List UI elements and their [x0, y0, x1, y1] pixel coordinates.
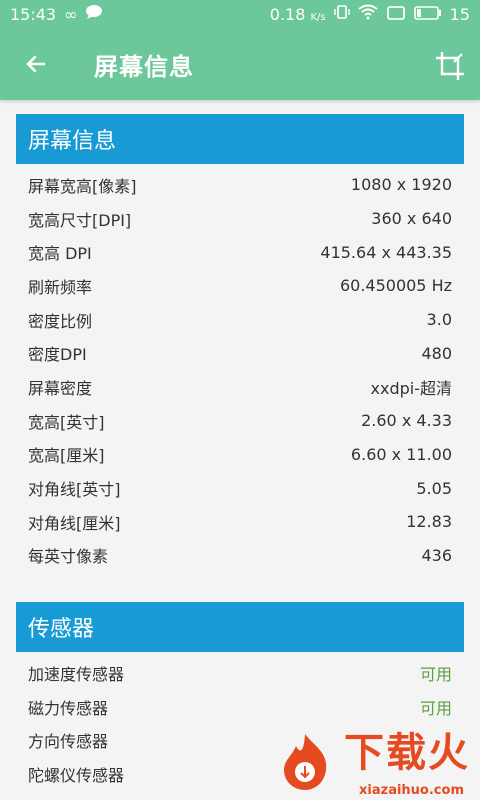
row-label: 屏幕宽高[像素] — [28, 176, 137, 196]
screen-icon — [386, 5, 406, 24]
row-label: 宽高[厘米] — [28, 446, 105, 466]
row-label: 对角线[厘米] — [28, 513, 121, 533]
list-item: 刷新频率 60.450005 Hz — [16, 269, 464, 303]
list-item: 宽高尺寸[DPI] 360 x 640 — [16, 202, 464, 236]
row-value: 480 — [421, 343, 452, 363]
flame-logo-icon — [284, 734, 327, 790]
status-time: 15:43 — [10, 4, 57, 24]
row-value: 6.60 x 11.00 — [350, 444, 452, 464]
section-header-screen: 屏幕信息 — [16, 114, 464, 164]
row-label: 方向传感器 — [28, 732, 109, 752]
vibrate-icon — [333, 4, 350, 24]
list-item: 每英寸像素 436 — [16, 539, 464, 573]
row-label: 对角线[英寸] — [28, 480, 121, 500]
list-item: 密度DPI 480 — [16, 336, 464, 370]
list-item: 加速度传感器 可用 — [16, 656, 464, 690]
list-item: 宽高[厘米] 6.60 x 11.00 — [16, 438, 464, 472]
row-label: 宽高[英寸] — [28, 412, 105, 432]
row-label: 加速度传感器 — [28, 665, 125, 685]
row-label: 刷新频率 — [28, 277, 93, 297]
row-value: 3.0 — [426, 310, 452, 330]
row-label: 宽高 DPI — [28, 244, 92, 264]
battery-icon — [413, 5, 442, 24]
watermark-url: xiazaihuo.com — [359, 783, 464, 798]
list-item: 对角线[英寸] 5.05 — [16, 471, 464, 505]
battery-level: 15 — [449, 4, 470, 24]
row-value: 2.60 x 4.33 — [361, 411, 452, 431]
row-value: 可用 — [419, 665, 452, 685]
list-item: 对角线[厘米] 12.83 — [16, 505, 464, 539]
chat-icon — [85, 4, 103, 24]
status-right: 0.18 K/s 15 — [270, 4, 470, 24]
row-label: 密度DPI — [28, 345, 87, 365]
row-label: 宽高尺寸[DPI] — [28, 210, 132, 230]
row-value: 360 x 640 — [371, 209, 452, 229]
list-item: 密度比例 3.0 — [16, 303, 464, 337]
section-header-sensor: 传感器 — [16, 602, 464, 653]
row-value: 5.05 — [416, 478, 452, 498]
screen-info-list: 屏幕宽高[像素] 1080 x 1920 宽高尺寸[DPI] 360 x 640 宽… — [16, 164, 464, 572]
row-value: 415.64 x 443.35 — [320, 242, 452, 262]
list-item: 屏幕宽高[像素] 1080 x 1920 — [16, 168, 464, 202]
network-speed: 0.18 K/s — [269, 4, 326, 24]
content: 屏幕信息 屏幕宽高[像素] 1080 x 1920 宽高尺寸[DPI] 360 x … — [0, 100, 480, 791]
list-item: 磁力传感器 可用 — [16, 690, 464, 724]
watermark-text: 下载火 — [344, 730, 470, 776]
list-item: 宽高[英寸] 2.60 x 4.33 — [16, 404, 464, 438]
watermark: 下载火 xiazaihuo.com — [270, 730, 480, 800]
page-title: 屏幕信息 — [94, 52, 194, 81]
row-label: 陀螺仪传感器 — [28, 766, 125, 786]
row-label: 屏幕密度 — [28, 378, 93, 398]
row-label: 密度比例 — [28, 311, 93, 331]
status-bar: 15:43 ∞ 0.18 K/s 15 — [0, 0, 480, 28]
row-value: 436 — [421, 545, 452, 565]
list-item: 宽高 DPI 415.64 x 443.35 — [16, 235, 464, 269]
row-value: 可用 — [419, 698, 452, 718]
row-value: xxdpi-超清 — [370, 378, 452, 398]
arrow-left-icon[interactable] — [24, 52, 48, 76]
row-value: 1080 x 1920 — [350, 175, 452, 195]
wifi-icon — [358, 4, 378, 24]
app-bar: 屏幕信息 — [0, 28, 480, 100]
row-label: 每英寸像素 — [28, 547, 109, 567]
row-value: 12.83 — [406, 512, 452, 532]
status-left: 15:43 ∞ — [10, 4, 103, 24]
list-item: 屏幕密度 xxdpi-超清 — [16, 370, 464, 404]
row-label: 磁力传感器 — [28, 698, 109, 718]
row-value: 60.450005 Hz — [339, 276, 452, 296]
speed-unit: K/s — [310, 11, 326, 23]
crop-icon[interactable] — [434, 50, 466, 82]
infinity-icon: ∞ — [64, 4, 78, 24]
